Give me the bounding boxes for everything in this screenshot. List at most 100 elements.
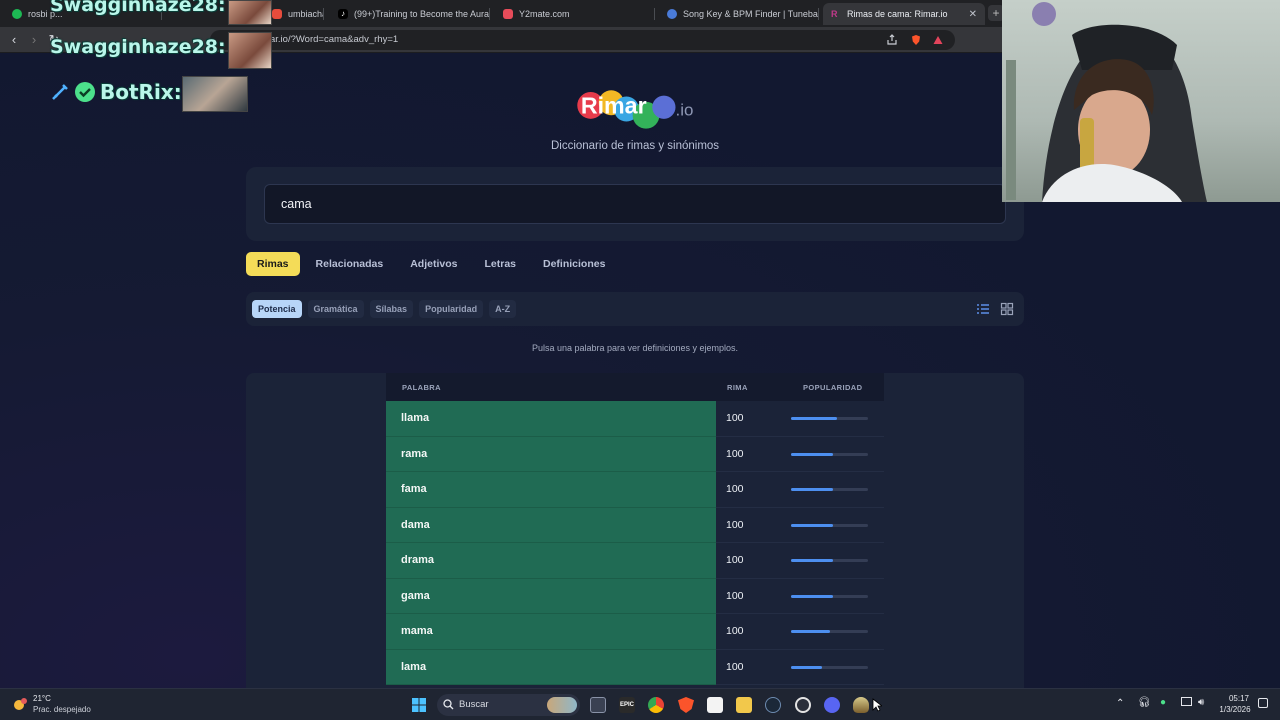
rhyme-word[interactable]: drama xyxy=(386,543,716,579)
chat-username-2: Swagginhaze28: xyxy=(50,36,226,58)
rhyme-word[interactable]: fama xyxy=(386,472,716,508)
rhyme-score: 100 xyxy=(726,625,744,637)
chrome-icon[interactable] xyxy=(648,697,664,713)
clock-date[interactable]: 1/3/2026 xyxy=(1214,705,1256,714)
brave-rewards-icon[interactable] xyxy=(932,34,944,46)
sort-silabas[interactable]: Sílabas xyxy=(369,300,414,318)
column-word[interactable]: PALABRA xyxy=(402,383,441,392)
network-icon[interactable] xyxy=(1181,697,1192,706)
app-icon[interactable] xyxy=(853,697,869,713)
tab-adjetivos[interactable]: Adjetivos xyxy=(399,252,468,276)
sort-a-z[interactable]: A-Z xyxy=(489,300,517,318)
popularity-bar xyxy=(791,452,868,456)
taskbar-search[interactable]: Buscar xyxy=(437,694,580,716)
browser-tab-tunebat[interactable]: Song Key & BPM Finder | Tunebat xyxy=(659,3,819,25)
clock-time[interactable]: 05:17 xyxy=(1222,694,1256,703)
rhyme-word[interactable]: dama xyxy=(386,507,716,543)
popularity-fill xyxy=(791,417,838,420)
table-body: llama 100 rama 100 fama 100 dama 100 drama 100 gam… xyxy=(386,401,884,685)
chat-username: Swagginhaze28: xyxy=(50,0,226,16)
obs-icon[interactable] xyxy=(795,697,811,713)
logo-suffix: .io xyxy=(676,100,694,119)
browser-tab-y2mate[interactable]: Y2mate.com xyxy=(495,3,655,25)
row-divider xyxy=(716,684,884,685)
table-row[interactable]: drama 100 xyxy=(386,543,884,579)
tab-label: Song Key & BPM Finder | Tunebat xyxy=(683,9,819,19)
popularity-fill xyxy=(791,452,834,456)
chevron-up-icon[interactable]: ⌃ xyxy=(1116,698,1124,709)
close-tab-icon[interactable]: ✕ xyxy=(969,9,977,20)
browser-tab-tiktok[interactable]: ♪ (99+)Training to Become the Aura M xyxy=(330,3,490,25)
mouse-cursor-icon xyxy=(872,698,882,712)
rhyme-word[interactable]: rama xyxy=(386,436,716,472)
sort-potencia[interactable]: Potencia xyxy=(252,300,302,318)
popularity-bar xyxy=(791,559,868,562)
steam-icon[interactable] xyxy=(765,697,781,713)
microsoft-store-icon[interactable] xyxy=(707,697,723,713)
back-icon[interactable]: ‹ xyxy=(6,32,22,48)
notifications-icon[interactable] xyxy=(1258,698,1268,708)
sort-popularidad[interactable]: Popularidad xyxy=(419,300,484,318)
weather-description: Prac. despejado xyxy=(33,705,91,714)
logo-text: Rimar xyxy=(581,92,647,118)
browser-tab-rimar[interactable]: R Rimas de cama: Rimar.io ✕ xyxy=(823,3,985,25)
tab-label: umbiacha ! xyxy=(288,9,324,19)
forward-icon[interactable]: › xyxy=(26,32,42,48)
table-header: PALABRA RIMA POPULARIDAD xyxy=(386,373,884,401)
rimar-icon: R xyxy=(831,9,838,19)
spotify-icon xyxy=(12,9,22,19)
popularity-fill xyxy=(791,488,834,491)
sort-bar: Potencia Gramática Sílabas Popularidad A… xyxy=(246,292,1024,326)
headphones-icon[interactable]: 🎧︎ xyxy=(1138,697,1151,708)
table-row[interactable]: rama 100 xyxy=(386,436,884,472)
hint-text: Pulsa una palabra para ver definiciones … xyxy=(531,343,739,353)
youtube-icon xyxy=(272,9,282,19)
grid-view-icon[interactable] xyxy=(1000,302,1014,316)
word-search-input[interactable] xyxy=(264,184,1006,224)
share-icon[interactable] xyxy=(886,34,898,46)
rhyme-score: 100 xyxy=(726,447,744,460)
rhyme-word[interactable]: mama xyxy=(386,614,716,650)
tab-rimas[interactable]: Rimas xyxy=(246,252,300,276)
rhyme-word[interactable]: llama xyxy=(386,401,716,437)
table-row[interactable]: mama 100 xyxy=(386,614,884,650)
weather-icon[interactable] xyxy=(12,696,28,712)
list-view-icon[interactable] xyxy=(976,302,990,316)
microphone-icon[interactable]: ● xyxy=(1160,697,1166,708)
column-popularity[interactable]: POPULARIDAD xyxy=(803,383,862,392)
windows-start-icon[interactable] xyxy=(411,697,427,713)
discord-icon[interactable] xyxy=(824,697,840,713)
rhymes-table: PALABRA RIMA POPULARIDAD llama 100 rama 100… xyxy=(246,373,1024,693)
file-explorer-icon[interactable] xyxy=(736,697,752,713)
popularity-fill xyxy=(791,630,830,633)
address-bar[interactable]: ar.io/?Word=cama&adv_rhy=1 xyxy=(210,30,955,50)
rhyme-word[interactable]: gama xyxy=(386,578,716,614)
popularity-fill xyxy=(791,523,834,527)
tab-label: (99+)Training to Become the Aura M xyxy=(354,9,490,19)
task-view-icon[interactable] xyxy=(590,697,606,713)
table-row[interactable]: fama 100 xyxy=(386,472,884,508)
table-row[interactable]: lama 100 xyxy=(386,649,884,685)
tab-definiciones[interactable]: Definiciones xyxy=(532,252,616,276)
epic-games-icon[interactable]: EPIC xyxy=(619,697,635,713)
table-row[interactable]: gama 100 xyxy=(386,578,884,614)
brave-shield-icon[interactable] xyxy=(910,34,922,46)
volume-icon[interactable]: 🔊︎ xyxy=(1198,697,1204,708)
column-rhyme[interactable]: RIMA xyxy=(727,383,748,392)
rimar-logo[interactable]: Rimar .io xyxy=(568,84,708,134)
popularity-fill xyxy=(791,665,822,669)
webcam-image xyxy=(1006,2,1207,202)
table-row[interactable]: llama 100 xyxy=(386,401,884,437)
tab-letras[interactable]: Letras xyxy=(473,252,527,276)
popularity-bar xyxy=(791,665,868,669)
table-row[interactable]: dama 100 xyxy=(386,507,884,543)
windows-taskbar: 21°C Prac. despejado Buscar EPIC ⌃ 🎧︎ ● … xyxy=(0,688,1280,720)
popularity-bar xyxy=(791,630,868,633)
tab-relacionadas[interactable]: Relacionadas xyxy=(305,252,395,276)
rhyme-score: 100 xyxy=(726,660,744,673)
brave-icon[interactable] xyxy=(678,697,694,713)
popularity-bar xyxy=(791,594,868,598)
rhyme-word[interactable]: lama xyxy=(386,649,716,685)
sort-gramatica[interactable]: Gramática xyxy=(307,300,364,318)
tab-label: Rimas de cama: Rimar.io xyxy=(847,9,948,19)
